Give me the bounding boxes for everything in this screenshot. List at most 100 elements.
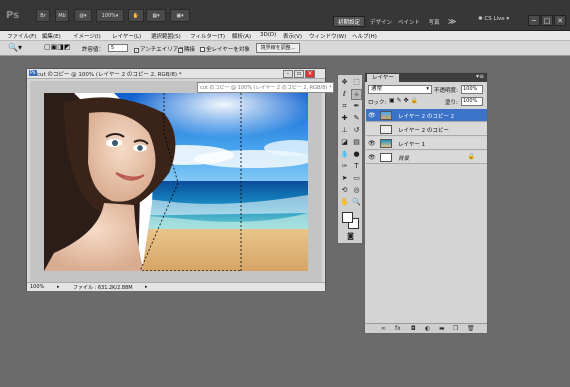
3d-camera-icon[interactable]: ◎ (351, 185, 362, 196)
folder-icon[interactable]: ▬ (439, 325, 445, 332)
cs-live-menu[interactable]: ✺ CS Live ▾ (478, 16, 509, 22)
eraser-tool-icon[interactable]: ◪ (339, 137, 350, 148)
menu-view[interactable]: 表示(V) (283, 32, 302, 40)
layer-name: レイヤー 2 のコピー (398, 128, 449, 134)
tolerance-input[interactable]: 5 (108, 44, 128, 52)
title-tooltip: cut のコピー @ 100% (レイヤー 2 のコピー 2, RGB/8) * (197, 82, 335, 93)
menu-layer[interactable]: レイヤー(L) (112, 32, 141, 40)
layers-tab[interactable]: レイヤー (367, 74, 399, 82)
menu-filter[interactable]: フィルター(T) (190, 32, 225, 40)
zoom-level-dropdown[interactable]: 100% ▾ (96, 9, 124, 22)
canvas-area[interactable] (30, 81, 322, 283)
hand-tool-button[interactable]: ✋ (128, 9, 144, 22)
lasso-tool-icon[interactable]: ℓ (339, 89, 350, 100)
menu-window[interactable]: ウィンドウ(W) (309, 32, 346, 40)
panel-menu-icon[interactable]: ▾≡ (476, 73, 484, 80)
fill-input[interactable]: 100% (461, 97, 483, 106)
marquee-tool-icon[interactable]: ⬚ (351, 77, 362, 88)
doc-minimize-button[interactable]: - (283, 70, 293, 78)
blur-tool-icon[interactable]: 💧 (339, 149, 350, 160)
workspace-design[interactable]: デザイン (368, 16, 394, 27)
doc-close-button[interactable]: × (305, 70, 315, 78)
dodge-tool-icon[interactable]: ● (351, 149, 362, 160)
screen-mode-button[interactable]: ▣▾ (170, 9, 190, 22)
refine-edge-button[interactable]: 境界線を調整... (256, 43, 300, 53)
sample-all-label: 全レイヤーを対象 (206, 47, 250, 53)
3d-rotate-icon[interactable]: ⟲ (339, 185, 350, 196)
contiguous-label: 隣接 (184, 47, 196, 53)
layer-thumbnail (380, 139, 392, 148)
type-tool-icon[interactable]: T (351, 161, 362, 172)
gradient-tool-icon[interactable]: ▤ (351, 137, 362, 148)
workspace-photography[interactable]: 写真 (424, 16, 444, 27)
hand-tool-icon[interactable]: ✋ (339, 197, 350, 208)
minimize-button[interactable]: ─ (528, 15, 540, 26)
bridge-button[interactable]: Br (36, 9, 50, 22)
menu-select[interactable]: 選択範囲(S) (151, 32, 181, 40)
menu-3d[interactable]: 3D(D) (260, 32, 276, 38)
path-selection-icon[interactable]: ➤ (339, 173, 350, 184)
antialias-checkbox[interactable]: ✓ アンチエイリアス (134, 45, 184, 53)
visibility-eye-icon[interactable]: 👁 (368, 140, 376, 147)
layers-panel-footer: ∞ fx ◘ ◐ ▬ ❐ 🗑 (365, 323, 487, 333)
visibility-eye-icon[interactable]: 👁 (368, 112, 376, 119)
close-button[interactable]: ✕ (554, 15, 566, 26)
arrange-documents-button[interactable]: ▦▾ (146, 9, 166, 22)
selection-mode-icons[interactable]: ▢▣◨◩ (44, 43, 70, 51)
eyedropper-tool-icon[interactable]: ✒ (351, 101, 362, 112)
menu-file[interactable]: ファイル(F) (7, 32, 36, 40)
link-icon[interactable]: ∞ (381, 325, 386, 332)
new-layer-icon[interactable]: ❐ (453, 325, 458, 332)
doc-zoom-value[interactable]: 100% (30, 284, 44, 290)
document-window: Ps cut のコピー @ 100% (レイヤー 2 のコピー 2, RGB/8… (26, 68, 335, 291)
fx-icon[interactable]: fx (395, 325, 401, 332)
minibridge-button[interactable]: Mb (55, 9, 69, 22)
ps-document-icon: Ps (29, 70, 37, 76)
workspace-essentials[interactable]: 初期設定 (333, 16, 365, 27)
maximize-button[interactable]: □ (541, 15, 553, 26)
history-brush-icon[interactable]: ↺ (351, 125, 362, 136)
pen-tool-icon[interactable]: ✑ (339, 161, 350, 172)
workspace-paint[interactable]: ペイント (396, 16, 422, 27)
menu-image[interactable]: イメージ(I) (73, 32, 101, 40)
adjustment-icon[interactable]: ◐ (425, 325, 430, 332)
quick-mask-icon[interactable]: ◙ (345, 231, 356, 242)
contiguous-checkbox[interactable]: ✓ 隣接 (178, 45, 195, 53)
zoom-tool-icon[interactable]: 🔍 (351, 197, 362, 208)
layer-row[interactable]: 👁 レイヤー 1 (366, 137, 487, 150)
magic-wand-preset-icon[interactable]: 🔍▾ (8, 43, 22, 52)
clone-stamp-icon[interactable]: ⊥ (339, 125, 350, 136)
menu-help[interactable]: ヘルプ(H) (352, 32, 377, 40)
sample-all-layers-checkbox[interactable]: 全レイヤーを対象 (200, 45, 250, 53)
extras-menu-button[interactable]: ▥▾ (74, 9, 92, 22)
opacity-input[interactable]: 100% (461, 85, 483, 94)
mask-icon[interactable]: ◘ (411, 325, 416, 332)
status-arrow-icon[interactable]: ▸ (57, 284, 60, 290)
visibility-eye-icon[interactable] (368, 126, 375, 133)
photoshop-logo: Ps (6, 10, 20, 21)
tolerance-label: 許容値： (82, 47, 105, 53)
more-workspaces-button[interactable]: ≫ (446, 16, 458, 27)
foreground-color-swatch[interactable] (342, 212, 353, 223)
visibility-eye-icon[interactable]: 👁 (368, 154, 376, 161)
doc-maximize-button[interactable]: ▫ (294, 70, 304, 78)
brush-tool-icon[interactable]: ✎ (351, 113, 362, 124)
crop-tool-icon[interactable]: ⌗ (339, 101, 350, 112)
shape-tool-icon[interactable]: ▭ (351, 173, 362, 184)
document-photo[interactable] (44, 93, 308, 271)
magic-wand-tool-icon[interactable]: ✧ (351, 89, 362, 100)
layer-row[interactable]: 👁 レイヤー 2 のコピー 2 (366, 109, 487, 122)
blend-mode-dropdown[interactable]: 通常 ▾ (368, 85, 432, 94)
layer-row[interactable]: レイヤー 2 のコピー (366, 123, 487, 136)
layer-name: レイヤー 1 (398, 142, 426, 148)
status-menu-icon[interactable]: ▸ (145, 284, 148, 290)
layer-thumbnail (380, 153, 392, 162)
menu-analysis[interactable]: 解析(A) (232, 32, 251, 40)
document-title-bar[interactable]: Ps cut のコピー @ 100% (レイヤー 2 のコピー 2, RGB/8… (27, 69, 325, 79)
move-tool-icon[interactable]: ✥ (339, 77, 350, 88)
lock-icons[interactable]: ▣ ✎ ✥ 🔒 (389, 97, 418, 104)
trash-icon[interactable]: 🗑 (467, 325, 475, 332)
healing-brush-icon[interactable]: ✚ (339, 113, 350, 124)
menu-edit[interactable]: 編集(E) (42, 32, 61, 40)
layer-row[interactable]: 👁 背景 🔒 (366, 151, 487, 164)
